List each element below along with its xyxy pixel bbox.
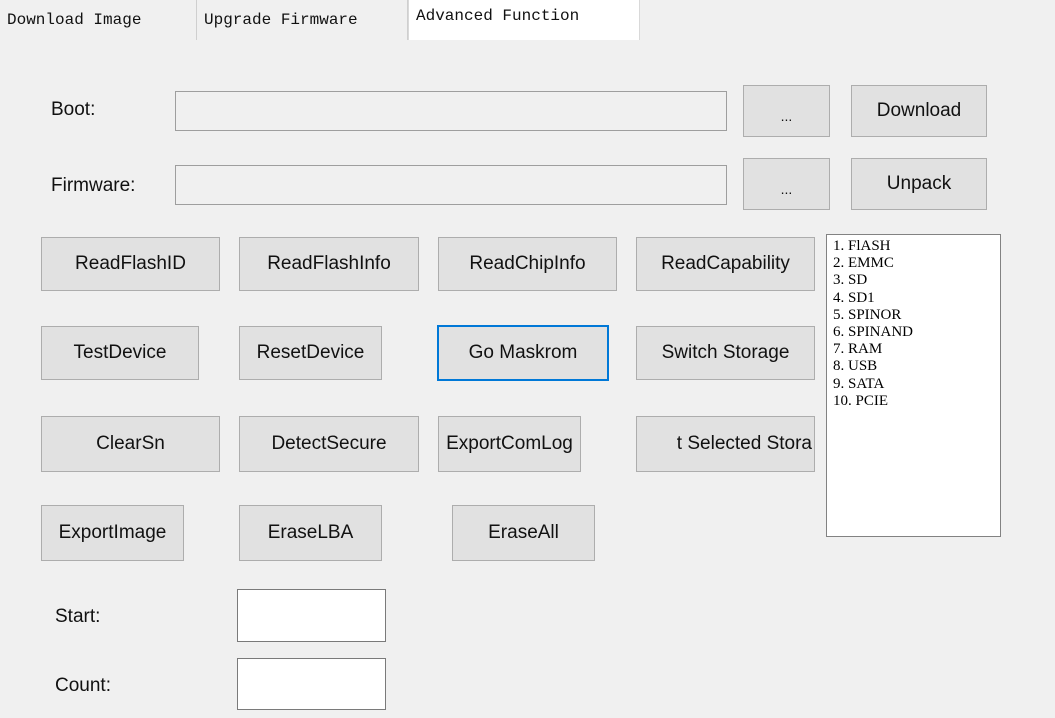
erase-lba-button[interactable]: EraseLBA [239,505,382,561]
tab-download-image[interactable]: Download Image [0,0,197,40]
boot-browse-button[interactable]: ... [743,85,830,137]
clear-sn-button[interactable]: ClearSn [41,416,220,472]
go-maskrom-button[interactable]: Go Maskrom [437,325,609,381]
firmware-label: Firmware: [51,175,136,196]
start-input[interactable] [237,589,386,642]
count-input[interactable] [237,658,386,710]
export-selected-storage-button[interactable]: t Selected Stora [636,416,815,472]
firmware-path-field[interactable] [175,165,727,205]
list-item[interactable]: 3. SD [833,272,1000,289]
reset-device-button[interactable]: ResetDevice [239,326,382,380]
list-item[interactable]: 7. RAM [833,341,1000,358]
list-item[interactable]: 5. SPINOR [833,307,1000,324]
export-com-log-button[interactable]: ExportComLog [438,416,581,472]
unpack-button[interactable]: Unpack [851,158,987,210]
list-item[interactable]: 10. PCIE [833,393,1000,410]
read-flash-info-button[interactable]: ReadFlashInfo [239,237,419,291]
detect-secure-button[interactable]: DetectSecure [239,416,419,472]
read-flash-id-button[interactable]: ReadFlashID [41,237,220,291]
export-image-button[interactable]: ExportImage [41,505,184,561]
tab-upgrade-firmware[interactable]: Upgrade Firmware [197,0,408,40]
list-item[interactable]: 9. SATA [833,376,1000,393]
list-item[interactable]: 8. USB [833,358,1000,375]
read-capability-button[interactable]: ReadCapability [636,237,815,291]
download-button[interactable]: Download [851,85,987,137]
storage-listbox[interactable]: 1. FlASH 2. EMMC 3. SD 4. SD1 5. SPINOR … [826,234,1001,537]
list-item[interactable]: 1. FlASH [833,238,1000,255]
list-item[interactable]: 6. SPINAND [833,324,1000,341]
tab-advanced-function[interactable]: Advanced Function [408,0,640,40]
tab-bar: Download Image Upgrade Firmware Advanced… [0,0,1055,40]
list-item[interactable]: 2. EMMC [833,255,1000,272]
list-item[interactable]: 4. SD1 [833,290,1000,307]
boot-path-field[interactable] [175,91,727,131]
count-label: Count: [55,675,111,696]
read-chip-info-button[interactable]: ReadChipInfo [438,237,617,291]
start-label: Start: [55,606,101,627]
switch-storage-button[interactable]: Switch Storage [636,326,815,380]
test-device-button[interactable]: TestDevice [41,326,199,380]
firmware-browse-button[interactable]: ... [743,158,830,210]
erase-all-button[interactable]: EraseAll [452,505,595,561]
boot-label: Boot: [51,99,96,120]
